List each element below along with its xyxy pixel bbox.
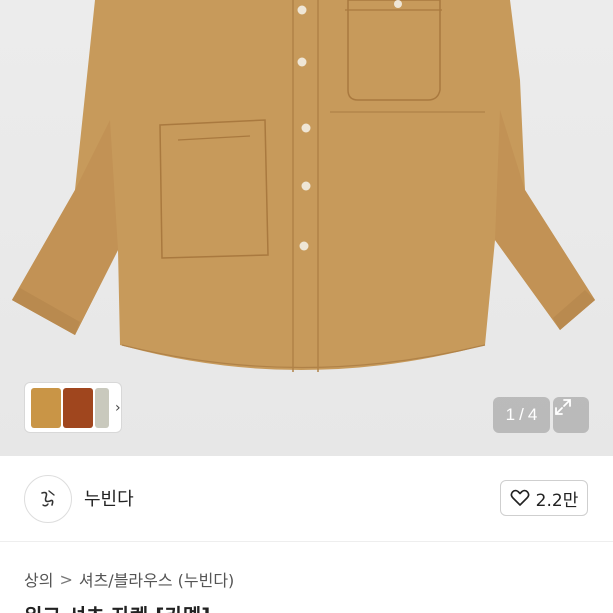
seller-row: 누빈다 2.2만	[0, 456, 613, 542]
product-title: 워크 셔츠 자켓 [카멜]	[24, 600, 210, 613]
page-total: 4	[527, 405, 538, 424]
seller-logo-icon	[41, 490, 55, 507]
page-current: 1	[505, 405, 516, 424]
page-indicator: 1 / 4	[493, 397, 550, 433]
product-image[interactable]: › 1 / 4	[0, 0, 613, 456]
thumbnail-strip[interactable]: ›	[24, 382, 122, 433]
seller-avatar[interactable]	[24, 475, 72, 523]
breadcrumb-subcategory[interactable]: 셔츠/블라우스 (누빈다)	[79, 567, 234, 591]
chevron-right-icon[interactable]: ›	[115, 400, 121, 416]
heart-icon	[510, 489, 530, 506]
breadcrumb-category[interactable]: 상의	[24, 567, 53, 591]
like-count: 2.2만	[535, 490, 579, 511]
expand-icon	[555, 399, 571, 415]
like-button[interactable]: 2.2만	[500, 480, 588, 516]
thumbnail-brown[interactable]	[63, 387, 93, 428]
thumbnail-beige[interactable]	[95, 387, 109, 428]
breadcrumb-separator: >	[59, 569, 73, 589]
breadcrumb: 상의 > 셔츠/블라우스 (누빈다)	[24, 567, 234, 591]
seller-name[interactable]: 누빈다	[84, 485, 134, 511]
thumbnail-camel[interactable]	[31, 387, 61, 428]
expand-button[interactable]	[553, 397, 589, 433]
page-separator: /	[519, 405, 524, 424]
